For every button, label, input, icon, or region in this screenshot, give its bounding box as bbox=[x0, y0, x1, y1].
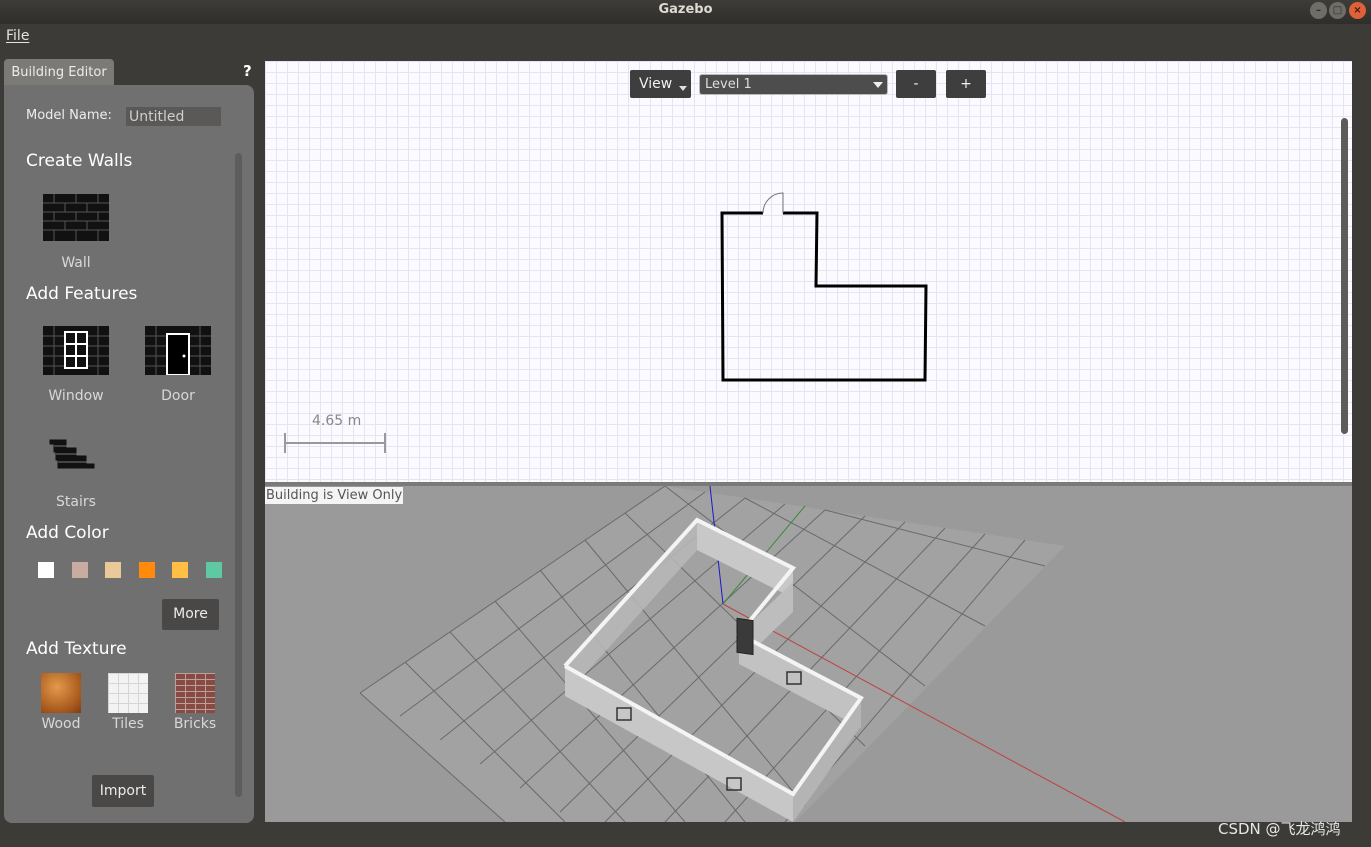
help-button[interactable]: ? bbox=[243, 62, 252, 80]
3d-scene bbox=[359, 486, 1126, 822]
window-icon[interactable] bbox=[43, 326, 109, 375]
add-color-heading: Add Color bbox=[26, 523, 109, 543]
color-swatch-white[interactable] bbox=[38, 562, 54, 578]
door-label: Door bbox=[161, 388, 195, 404]
minimize-button[interactable]: – bbox=[1310, 2, 1327, 19]
tiles-texture-icon[interactable] bbox=[108, 673, 148, 713]
level-add-button[interactable]: + bbox=[946, 70, 986, 98]
wall-label: Wall bbox=[61, 255, 91, 271]
more-colors-button[interactable]: More bbox=[162, 599, 219, 630]
view-dropdown[interactable]: View bbox=[630, 70, 691, 98]
tiles-label: Tiles bbox=[112, 716, 144, 732]
bricks-texture-icon[interactable] bbox=[175, 673, 215, 713]
stairs-icon[interactable] bbox=[48, 438, 96, 470]
floorplan-drawing bbox=[284, 192, 928, 453]
tab-building-editor[interactable]: Building Editor bbox=[4, 59, 114, 86]
window-title: Gazebo bbox=[658, 2, 713, 17]
maximize-button[interactable]: □ bbox=[1329, 2, 1346, 19]
wood-label: Wood bbox=[41, 716, 81, 732]
wall-icon[interactable] bbox=[43, 194, 109, 241]
chevron-down-icon bbox=[679, 86, 687, 91]
add-texture-heading: Add Texture bbox=[26, 639, 127, 659]
wood-texture-icon[interactable] bbox=[41, 673, 81, 713]
door-icon[interactable] bbox=[145, 326, 211, 375]
level-select[interactable]: Level 1 bbox=[699, 74, 888, 95]
scale-label: 4.65 m bbox=[312, 413, 362, 429]
color-swatch-rose[interactable] bbox=[72, 562, 88, 578]
add-features-heading: Add Features bbox=[26, 284, 138, 304]
level-remove-button[interactable]: - bbox=[896, 70, 936, 98]
create-walls-heading: Create Walls bbox=[26, 151, 133, 171]
stairs-label: Stairs bbox=[56, 494, 96, 510]
import-button[interactable]: Import bbox=[92, 775, 154, 807]
model-name-input[interactable] bbox=[126, 107, 221, 126]
panel-scrollbar[interactable] bbox=[235, 153, 242, 797]
color-swatch-teal[interactable] bbox=[206, 562, 222, 578]
menu-bar: File bbox=[0, 24, 1371, 54]
title-bar: Gazebo – □ × bbox=[0, 0, 1371, 24]
building-3d-view[interactable] bbox=[265, 486, 1352, 822]
color-swatch-orange[interactable] bbox=[139, 562, 155, 578]
window-label: Window bbox=[48, 388, 104, 404]
color-swatch-tan[interactable] bbox=[105, 562, 121, 578]
model-name-label: Model Name: bbox=[26, 108, 112, 123]
menu-file[interactable]: File bbox=[6, 28, 29, 44]
color-swatch-amber[interactable] bbox=[172, 562, 188, 578]
bricks-label: Bricks bbox=[173, 716, 217, 732]
view-dropdown-label: View bbox=[639, 76, 673, 92]
close-button[interactable]: × bbox=[1349, 2, 1366, 19]
level-select-value: Level 1 bbox=[705, 77, 752, 92]
watermark-text: CSDN @飞龙鸿鸿 bbox=[1218, 820, 1341, 838]
view-only-status: Building is View Only bbox=[265, 487, 404, 504]
chevron-down-icon bbox=[873, 82, 883, 88]
